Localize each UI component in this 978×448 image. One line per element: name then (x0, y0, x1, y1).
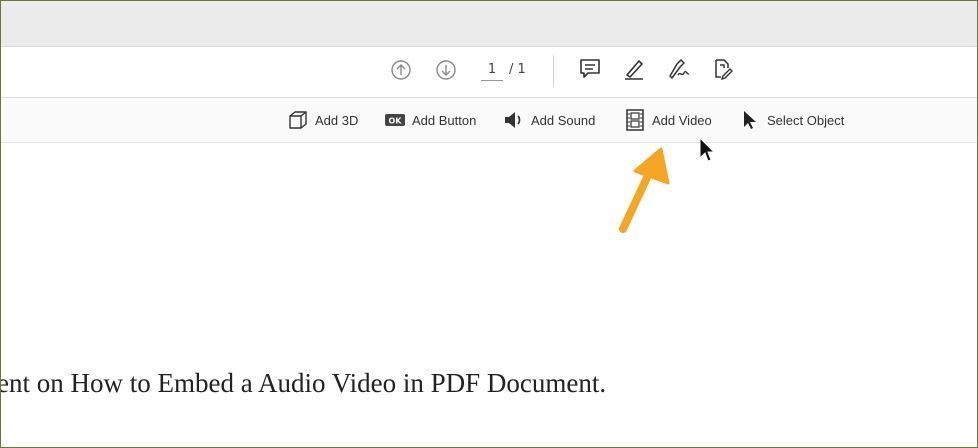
next-page-button[interactable] (435, 59, 457, 81)
mouse-pointer-icon (699, 136, 716, 162)
film-icon (624, 109, 646, 131)
speaker-icon (503, 109, 525, 131)
add-3d-button[interactable]: Add 3D (287, 109, 358, 131)
app-window: 1 / 1 Add 3D OK Add Button Add Sound Add… (0, 0, 978, 448)
ok-button-icon: OK (384, 109, 406, 131)
edit-pdf-button[interactable] (709, 56, 735, 82)
top-bar (1, 1, 977, 47)
edit-pdf-icon (715, 59, 733, 81)
sign-pen-icon (669, 59, 690, 79)
page-number-input[interactable]: 1 (481, 60, 503, 81)
cube-3d-icon (287, 109, 309, 131)
orange-arrow-annotation (619, 147, 670, 233)
toolbar-divider (553, 55, 554, 87)
select-object-label: Select Object (767, 112, 845, 128)
add-sound-button[interactable]: Add Sound (503, 109, 595, 131)
highlighter-pen-icon (625, 60, 643, 80)
add-3d-label: Add 3D (315, 112, 359, 128)
add-video-label: Add Video (652, 112, 712, 128)
document-page (1, 143, 977, 447)
cursor-arrow-icon (739, 109, 761, 131)
add-button-label: Add Button (412, 112, 477, 128)
page-total-label: / 1 (509, 62, 526, 77)
sign-button[interactable] (665, 56, 691, 82)
document-text-line: ent on How to Embed a Audio Video in PDF… (0, 368, 607, 398)
add-sound-label: Add Sound (531, 112, 596, 128)
previous-page-button[interactable] (390, 59, 412, 81)
circle-arrow-down-icon (436, 60, 456, 80)
add-video-button[interactable]: Add Video (624, 109, 712, 131)
comment-icon (580, 59, 600, 78)
select-object-button[interactable]: Select Object (739, 109, 844, 131)
comment-button[interactable] (577, 56, 603, 82)
add-button-button[interactable]: OK Add Button (384, 109, 476, 131)
circle-arrow-up-icon (391, 60, 411, 80)
highlight-button[interactable] (621, 56, 647, 82)
svg-text:OK: OK (389, 117, 403, 126)
